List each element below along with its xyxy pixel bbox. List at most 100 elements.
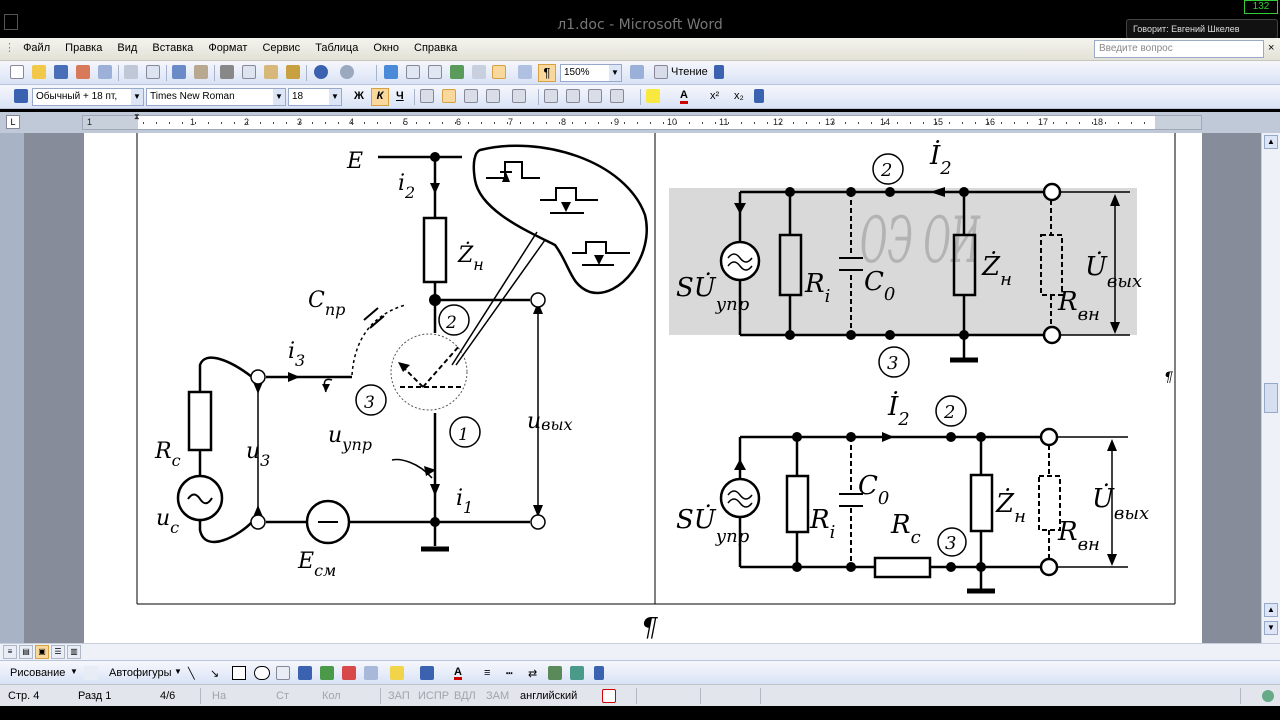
menu-grip-icon[interactable]: ⋮ bbox=[4, 41, 15, 55]
bold-button[interactable]: Ж bbox=[354, 90, 364, 102]
tab-selector[interactable]: L bbox=[6, 115, 20, 129]
dash-style-icon[interactable]: ┅ bbox=[506, 667, 513, 680]
autoshapes-menu[interactable]: Автофигуры bbox=[109, 667, 172, 679]
status-language[interactable]: английский bbox=[520, 690, 577, 702]
font-size-dropdown[interactable]: 18 ▼ bbox=[288, 88, 342, 106]
3d-style-icon[interactable] bbox=[570, 666, 584, 680]
font-dropdown[interactable]: Times New Roman ▼ bbox=[146, 88, 286, 106]
indent-marker-icon[interactable]: ⧗ bbox=[134, 112, 142, 126]
undo-icon[interactable] bbox=[314, 65, 328, 79]
arrow-style-icon[interactable]: ⇄ bbox=[528, 667, 537, 680]
next-page-icon[interactable]: ▼ bbox=[1264, 621, 1278, 635]
font-color-button[interactable]: A bbox=[680, 90, 688, 104]
toolbar-options-icon[interactable] bbox=[594, 666, 604, 680]
research-icon[interactable] bbox=[194, 65, 208, 79]
status-rec[interactable]: ЗАП bbox=[388, 690, 410, 702]
copy-icon[interactable] bbox=[242, 65, 256, 79]
insert-table-icon[interactable] bbox=[428, 65, 442, 79]
justify-icon[interactable] bbox=[486, 89, 500, 103]
show-formatting-button[interactable]: ¶ bbox=[538, 64, 556, 82]
columns-icon[interactable] bbox=[472, 65, 486, 79]
menu-view[interactable]: Вид bbox=[111, 38, 143, 54]
font-color-icon[interactable]: A bbox=[454, 667, 462, 680]
menu-help[interactable]: Справка bbox=[408, 38, 463, 54]
drawing-toggle-icon[interactable] bbox=[492, 65, 506, 79]
diagram-icon[interactable] bbox=[320, 666, 334, 680]
reading-layout-icon[interactable] bbox=[654, 65, 668, 79]
decrease-indent-icon[interactable] bbox=[588, 89, 602, 103]
menu-window[interactable]: Окно bbox=[367, 38, 405, 54]
format-painter-icon[interactable] bbox=[286, 65, 300, 79]
styles-pane-icon[interactable] bbox=[14, 89, 28, 103]
menu-edit[interactable]: Правка bbox=[59, 38, 108, 54]
toolbar-options-icon[interactable] bbox=[754, 89, 764, 103]
fill-color-icon[interactable] bbox=[390, 666, 404, 680]
help-icon[interactable] bbox=[630, 65, 644, 79]
outline-view-icon[interactable]: ☰ bbox=[51, 645, 65, 659]
reading-view-icon[interactable]: ▥ bbox=[67, 645, 81, 659]
menu-file[interactable]: Файл bbox=[17, 38, 56, 54]
paste-icon[interactable] bbox=[264, 65, 278, 79]
wordart-icon[interactable] bbox=[298, 666, 312, 680]
textbox-tool-icon[interactable] bbox=[276, 666, 290, 680]
horizontal-scrollbar[interactable]: ≡ ▤ ▣ ☰ ▥ bbox=[0, 643, 1280, 660]
bullets-icon[interactable] bbox=[566, 89, 580, 103]
line-tool-icon[interactable]: ╲ bbox=[188, 667, 195, 680]
status-ovr[interactable]: ЗАМ bbox=[486, 690, 509, 702]
menu-table[interactable]: Таблица bbox=[309, 38, 364, 54]
status-ext[interactable]: ВДЛ bbox=[454, 690, 476, 702]
open-folder-icon[interactable] bbox=[32, 65, 46, 79]
align-left-icon[interactable] bbox=[420, 89, 434, 103]
style-dropdown[interactable]: Обычный + 18 пт, ▼ bbox=[32, 88, 144, 106]
ruler-strip[interactable]: 1123456789101112131415161718 bbox=[82, 115, 1202, 130]
print-layout-icon[interactable]: ▣ bbox=[35, 645, 49, 659]
zoom-dropdown[interactable]: 150% ▼ bbox=[560, 64, 622, 82]
clipart-icon[interactable] bbox=[342, 666, 356, 680]
normal-view-icon[interactable]: ≡ bbox=[3, 645, 17, 659]
document-map-icon[interactable] bbox=[518, 65, 532, 79]
web-view-icon[interactable]: ▤ bbox=[19, 645, 33, 659]
spelling-status-icon[interactable] bbox=[602, 689, 616, 703]
italic-button[interactable]: К bbox=[371, 88, 389, 106]
subscript-button[interactable]: x₂ bbox=[734, 90, 744, 102]
rectangle-tool-icon[interactable] bbox=[232, 666, 246, 680]
save-icon[interactable] bbox=[54, 65, 68, 79]
previous-page-icon[interactable]: ▲ bbox=[1264, 603, 1278, 617]
ask-question-input[interactable]: Введите вопрос bbox=[1094, 40, 1264, 58]
borders-icon[interactable] bbox=[610, 89, 624, 103]
email-icon[interactable] bbox=[98, 65, 112, 79]
align-right-icon[interactable] bbox=[464, 89, 478, 103]
document-page[interactable]: E i2 Żн Cпр i3 2 3 1 Rс u3 uупр uвых i1 … bbox=[84, 133, 1202, 643]
scroll-thumb[interactable] bbox=[1264, 383, 1278, 413]
print-icon[interactable] bbox=[124, 65, 138, 79]
spelling-icon[interactable] bbox=[172, 65, 186, 79]
menu-insert[interactable]: Вставка bbox=[146, 38, 199, 54]
reading-layout-button[interactable]: Чтение bbox=[671, 66, 708, 78]
cut-icon[interactable] bbox=[220, 65, 234, 79]
close-document-icon[interactable]: × bbox=[1268, 42, 1274, 54]
toolbar-options-icon[interactable] bbox=[714, 65, 724, 79]
status-trk[interactable]: ИСПР bbox=[418, 690, 449, 702]
insert-excel-icon[interactable] bbox=[450, 65, 464, 79]
line-style-icon[interactable]: ≡ bbox=[484, 667, 490, 679]
vertical-scrollbar[interactable]: ▲ ▲ ▼ bbox=[1261, 133, 1280, 643]
select-objects-icon[interactable] bbox=[84, 666, 98, 680]
hyperlink-icon[interactable] bbox=[384, 65, 398, 79]
align-center-icon[interactable] bbox=[442, 89, 456, 103]
permission-icon[interactable] bbox=[76, 65, 90, 79]
scroll-up-icon[interactable]: ▲ bbox=[1264, 135, 1278, 149]
drawing-menu[interactable]: Рисование bbox=[10, 667, 65, 679]
menu-format[interactable]: Формат bbox=[202, 38, 253, 54]
underline-button[interactable]: Ч bbox=[396, 90, 404, 102]
numbering-icon[interactable] bbox=[544, 89, 558, 103]
print-preview-icon[interactable] bbox=[146, 65, 160, 79]
new-document-icon[interactable] bbox=[10, 65, 24, 79]
arrow-tool-icon[interactable]: ↘ bbox=[210, 667, 219, 680]
superscript-button[interactable]: x² bbox=[710, 90, 719, 102]
tables-borders-icon[interactable] bbox=[406, 65, 420, 79]
shadow-style-icon[interactable] bbox=[548, 666, 562, 680]
menu-tools[interactable]: Сервис bbox=[256, 38, 306, 54]
highlight-icon[interactable] bbox=[646, 89, 660, 103]
line-color-icon[interactable] bbox=[420, 666, 434, 680]
picture-icon[interactable] bbox=[364, 666, 378, 680]
